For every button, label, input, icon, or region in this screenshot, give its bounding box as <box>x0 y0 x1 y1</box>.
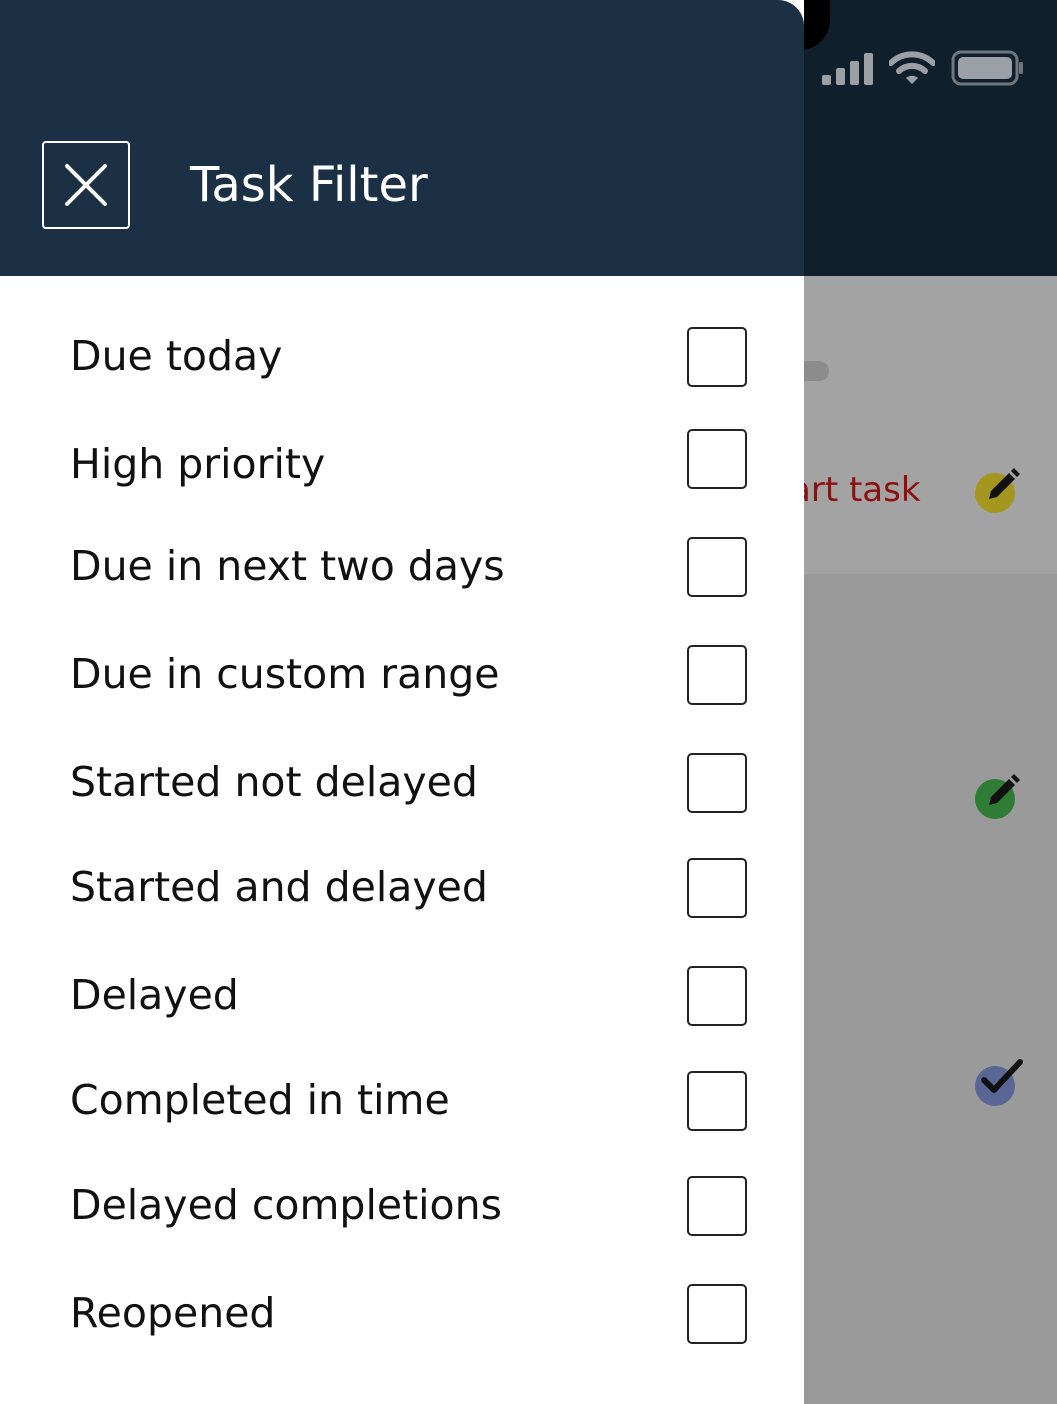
check-icon <box>975 1059 1023 1106</box>
filter-row-due-today[interactable]: Due today <box>0 316 804 396</box>
wifi-icon <box>889 51 935 85</box>
close-icon <box>65 164 107 206</box>
filter-label: Due today <box>70 332 283 380</box>
drawer-header: Task Filter <box>0 0 804 276</box>
drawer-title: Task Filter <box>190 157 428 213</box>
due-today-checkbox[interactable] <box>687 327 747 387</box>
edit-icon <box>975 468 1020 513</box>
high-priority-checkbox[interactable] <box>687 429 747 489</box>
delayed-completions-checkbox[interactable] <box>687 1176 747 1236</box>
battery-icon <box>951 50 1025 86</box>
delayed-checkbox[interactable] <box>687 966 747 1026</box>
started-and-delayed-checkbox[interactable] <box>687 858 747 918</box>
filter-label: Started and delayed <box>70 863 488 911</box>
close-button[interactable] <box>42 141 130 229</box>
filter-row-started-and-delayed[interactable]: Started and delayed <box>0 847 804 927</box>
completed-in-time-checkbox[interactable] <box>687 1071 747 1131</box>
status-bar <box>822 50 1025 86</box>
filter-label: Due in next two days <box>70 542 505 590</box>
filter-row-due-next-two-days[interactable]: Due in next two days <box>0 526 804 606</box>
cellular-signal-icon <box>822 51 873 85</box>
filter-label: Delayed completions <box>70 1181 502 1229</box>
started-not-delayed-checkbox[interactable] <box>687 753 747 813</box>
filter-label: High priority <box>70 440 326 488</box>
task-filter-drawer: Task Filter Due today High priority Due … <box>0 0 804 1404</box>
background-task-card <box>800 276 1057 574</box>
filter-row-delayed-completions[interactable]: Delayed completions <box>0 1165 804 1245</box>
filter-label: Started not delayed <box>70 758 478 806</box>
filter-label: Reopened <box>70 1289 276 1337</box>
due-custom-range-checkbox[interactable] <box>687 645 747 705</box>
filter-row-high-priority[interactable]: High priority <box>0 418 804 498</box>
filter-row-delayed[interactable]: Delayed <box>0 955 804 1035</box>
screen: art task Task Filter Due today High prio… <box>0 0 1057 1404</box>
filter-label: Completed in time <box>70 1076 450 1124</box>
filter-label: Delayed <box>70 971 239 1019</box>
filter-label: Due in custom range <box>70 650 500 698</box>
filter-row-completed-in-time[interactable]: Completed in time <box>0 1060 804 1140</box>
reopened-checkbox[interactable] <box>687 1284 747 1344</box>
filter-row-due-custom-range[interactable]: Due in custom range <box>0 634 804 714</box>
due-next-two-days-checkbox[interactable] <box>687 537 747 597</box>
filter-row-started-not-delayed[interactable]: Started not delayed <box>0 742 804 822</box>
background-task-label: art task <box>790 470 921 510</box>
filter-row-reopened[interactable]: Reopened <box>0 1273 804 1353</box>
edit-icon <box>975 774 1020 819</box>
